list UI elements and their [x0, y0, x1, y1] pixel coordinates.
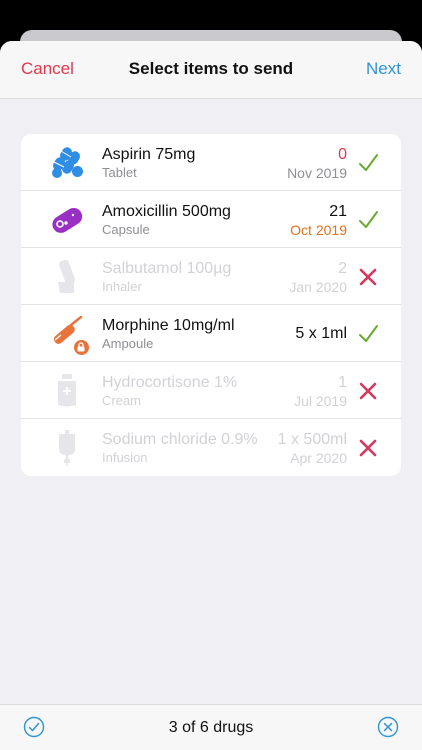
drug-form: Tablet	[102, 165, 137, 180]
drug-form: Cream	[102, 393, 142, 408]
drug-row-salbutamol[interactable]: Salbutamol 100µg Inhaler 2 Jan 2020	[21, 248, 401, 305]
deselect-all-icon[interactable]	[377, 716, 399, 738]
cross-icon[interactable]	[357, 266, 379, 288]
next-button[interactable]: Next	[366, 59, 401, 79]
drug-name: Hydrocortisone 1%	[102, 374, 238, 391]
capsule-icon	[49, 202, 85, 238]
drug-name: Amoxicillin 500mg	[102, 203, 231, 220]
tablet-icon	[49, 145, 85, 181]
cross-icon[interactable]	[357, 437, 379, 459]
drug-list: Aspirin 75mg Tablet 0 Nov 2019 Amoxicill…	[21, 134, 401, 476]
drug-row-morphine[interactable]: Morphine 10mg/ml Ampoule 5 x 1ml	[21, 305, 401, 362]
lock-icon	[73, 339, 90, 356]
drug-quantity: 21	[329, 203, 347, 220]
drug-name: Aspirin 75mg	[102, 146, 196, 163]
inhaler-icon	[49, 259, 85, 295]
drug-form: Inhaler	[102, 279, 142, 294]
drug-expiry: Jan 2020	[289, 279, 347, 295]
drug-form: Ampoule	[102, 336, 154, 351]
drug-name: Salbutamol 100µg	[102, 260, 232, 277]
drug-quantity: 0	[338, 146, 347, 163]
drug-row-sodium-chloride[interactable]: Sodium chloride 0.9% Infusion 1 x 500ml …	[21, 419, 401, 476]
cross-icon[interactable]	[357, 380, 379, 402]
drug-expiry: Oct 2019	[290, 222, 347, 238]
page-title: Select items to send	[128, 59, 294, 78]
infusion-icon	[49, 430, 85, 466]
drug-expiry: Jul 2019	[294, 393, 347, 409]
drug-quantity: 1 x 500ml	[277, 431, 347, 448]
drug-quantity: 5 x 1ml	[295, 325, 347, 342]
drug-quantity: 2	[338, 260, 347, 277]
selection-count: 3 of 6 drugs	[168, 719, 254, 736]
drug-row-amoxicillin[interactable]: Amoxicillin 500mg Capsule 21 Oct 2019	[21, 191, 401, 248]
drug-form: Infusion	[102, 450, 148, 465]
cream-icon	[49, 373, 85, 409]
drug-name: Morphine 10mg/ml	[102, 317, 235, 334]
navigation-bar: Cancel Select items to send Next	[0, 41, 422, 99]
checkmark-icon[interactable]	[357, 152, 379, 174]
drug-expiry: Nov 2019	[287, 165, 347, 181]
modal-sheet: Cancel Select items to send Next Aspirin…	[0, 41, 422, 750]
drug-row-hydrocortisone[interactable]: Hydrocortisone 1% Cream 1 Jul 2019	[21, 362, 401, 419]
drug-name: Sodium chloride 0.9%	[102, 431, 258, 448]
checkmark-icon[interactable]	[357, 323, 379, 345]
drug-form: Capsule	[102, 222, 150, 237]
drug-quantity: 1	[338, 374, 347, 391]
drug-row-aspirin[interactable]: Aspirin 75mg Tablet 0 Nov 2019	[21, 134, 401, 191]
checkmark-icon[interactable]	[357, 209, 379, 231]
bottom-toolbar: 3 of 6 drugs	[0, 704, 422, 750]
drug-expiry: Apr 2020	[290, 450, 347, 466]
